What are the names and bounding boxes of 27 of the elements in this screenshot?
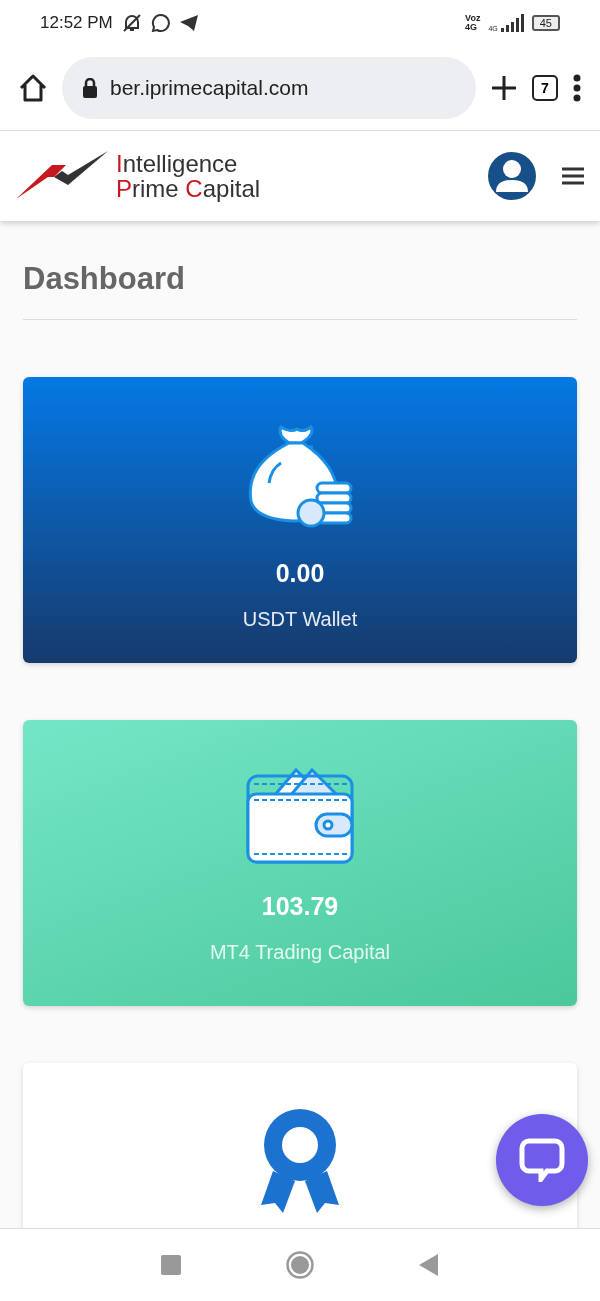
status-time: 12:52 PM xyxy=(40,12,113,33)
balance-card[interactable]: 0.00 USDT Wallet xyxy=(23,377,577,663)
page-title: Dashboard xyxy=(23,261,577,320)
home-button[interactable] xyxy=(18,72,48,103)
battery-level: 45 xyxy=(531,14,560,31)
logo-text: Intelligence xyxy=(116,151,239,176)
back-button[interactable] xyxy=(419,1254,439,1276)
signal-icon xyxy=(499,13,524,32)
menu-button[interactable] xyxy=(562,167,584,185)
balance-label: MT4 Trading Capital xyxy=(209,941,391,964)
url-text: ber.iprimecapital.com xyxy=(110,75,309,100)
more-menu-button[interactable] xyxy=(572,73,582,102)
balance-label: USDT Wallet xyxy=(242,608,358,631)
user-avatar[interactable] xyxy=(488,152,536,200)
chat-bubble-icon xyxy=(519,1138,565,1182)
logo-text: Prime Capital xyxy=(116,176,261,201)
address-bar[interactable]: ber.iprimecapital.com xyxy=(62,56,476,119)
balance-amount: 103.79 xyxy=(261,892,339,921)
lock-icon xyxy=(82,77,98,98)
paper-plane-icon xyxy=(178,13,199,32)
chat-bubble-icon xyxy=(150,12,171,33)
network-label: Voz 4G xyxy=(465,13,481,32)
award-ribbon-icon xyxy=(259,1107,341,1215)
balance-amount: 0.00 xyxy=(275,559,325,588)
home-nav-button[interactable] xyxy=(286,1251,314,1279)
tab-count-button[interactable]: 7 xyxy=(532,74,558,101)
new-tab-button[interactable] xyxy=(490,73,518,102)
